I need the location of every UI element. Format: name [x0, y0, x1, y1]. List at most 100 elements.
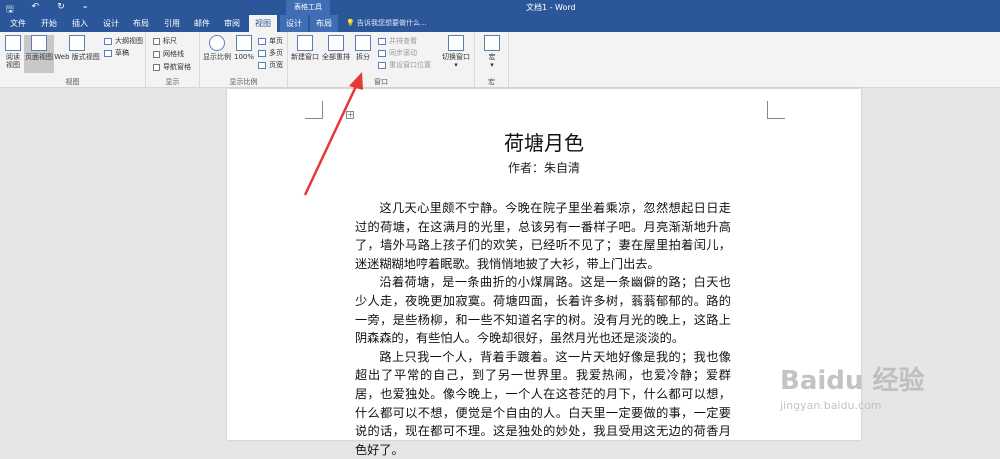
sync-scroll-label: 同步滚动 — [389, 49, 417, 57]
new-window-label: 新建窗口 — [291, 53, 319, 61]
zoom-100-button[interactable]: 100% — [233, 35, 255, 61]
gridlines-check-box[interactable] — [153, 50, 160, 58]
reset-position-label: 重设窗口位置 — [389, 61, 431, 69]
tab-insert[interactable]: 插入 — [66, 15, 94, 32]
baidu-jingyan-watermark: Baidu 经验 jingyan.baidu.com — [780, 360, 924, 412]
arrange-all-icon — [328, 35, 344, 51]
doc-paragraph: 路上只我一个人，背着手踱着。这一片天地好像是我的；我也像超出了平常的自己，到了另… — [355, 349, 731, 457]
gridlines-checkbox[interactable]: 网格线 — [153, 49, 184, 59]
reset-position-button[interactable]: 重设窗口位置 — [378, 60, 431, 70]
doc-author: 作者：朱自清 — [507, 161, 580, 175]
tab-references[interactable]: 引用 — [158, 15, 186, 32]
crop-mark-top-left — [305, 101, 323, 119]
tell-me-text: 告诉我您想要做什么... — [356, 19, 427, 27]
switch-windows-button[interactable]: 切换窗口 ▾ — [440, 35, 472, 69]
split-label: 拆分 — [356, 53, 370, 61]
zoom-100-label: 100% — [233, 53, 254, 61]
nav-pane-check-box[interactable] — [153, 63, 160, 71]
tab-mailings[interactable]: 邮件 — [188, 15, 216, 32]
ruler-check-box[interactable] — [153, 37, 160, 45]
draft-label: 草稿 — [115, 49, 129, 57]
multi-page-button[interactable]: 多页 — [258, 48, 283, 58]
page-width-label: 页宽 — [269, 61, 283, 69]
web-layout-label: Web 版式视图 — [54, 53, 100, 61]
arrange-all-label: 全部重排 — [322, 53, 350, 61]
nav-pane-checkbox[interactable]: 导航窗格 — [153, 62, 191, 72]
show-group-label: 显示 — [165, 78, 180, 86]
tab-design[interactable]: 设计 — [97, 15, 125, 32]
outline-button[interactable]: 大纲视图 — [104, 36, 143, 46]
window-title: 文档1 - Word — [526, 3, 576, 12]
ribbon: 阅读 视图 页面视图 Web 版式视图 大纲视图 草稿 视图 标尺 网格线 导航… — [0, 32, 1000, 88]
views-group-label: 视图 — [65, 78, 80, 86]
tab-home[interactable]: 开始 — [35, 15, 63, 32]
watermark-brand: Baidu 经验 — [780, 366, 925, 396]
doc-title: 荷塘月色 — [504, 131, 584, 155]
watermark-url: jingyan.baidu.com — [780, 399, 882, 412]
doc-body[interactable]: 这几天心里颇不宁静。今晚在院子里坐着乘凉，忽然想起日日走过的荷塘，在这满月的光里… — [355, 199, 731, 459]
new-window-button[interactable]: 新建窗口 — [290, 35, 320, 61]
multi-page-icon — [258, 49, 266, 57]
tab-file[interactable]: 文件 — [4, 15, 32, 32]
macros-group-label: 宏 — [488, 78, 495, 86]
ruler-checkbox[interactable]: 标尺 — [153, 36, 177, 46]
tab-layout[interactable]: 布局 — [127, 15, 155, 32]
split-button[interactable]: 拆分 — [352, 35, 374, 61]
switch-windows-label: 切换窗口 — [442, 53, 470, 61]
crop-mark-top-right — [767, 101, 785, 119]
page-width-icon — [258, 61, 266, 69]
sync-scroll-icon — [378, 49, 386, 57]
zoom-group-label: 显示比例 — [229, 78, 258, 86]
web-layout-button[interactable]: Web 版式视图 — [54, 35, 100, 61]
one-page-button[interactable]: 单页 — [258, 36, 283, 46]
table-tools-label: 表格工具 — [286, 0, 330, 15]
views-group: 阅读 视图 页面视图 Web 版式视图 大纲视图 草稿 视图 — [0, 32, 146, 88]
zoom-button[interactable]: 显示比例 — [202, 35, 232, 61]
table-move-handle-icon[interactable]: + — [346, 111, 354, 119]
gridlines-label: 网格线 — [163, 50, 184, 58]
zoom-label: 显示比例 — [203, 53, 231, 61]
lightbulb-icon: 💡 — [346, 19, 355, 27]
zoom-100-icon — [236, 35, 252, 51]
read-mode-button[interactable]: 阅读 视图 — [2, 35, 24, 69]
ribbon-tabs: 文件 开始 插入 设计 布局 引用 邮件 审阅 视图 设计 布局 💡 告诉我您想… — [0, 15, 1000, 32]
outline-label: 大纲视图 — [115, 37, 143, 45]
tab-view[interactable]: 视图 — [249, 15, 277, 32]
doc-paragraph: 沿着荷塘，是一条曲折的小煤屑路。这是一条幽僻的路；白天也少人走，夜晚更加寂寞。荷… — [355, 275, 731, 346]
window-group-label: 窗口 — [374, 78, 388, 86]
window-group: 新建窗口 全部重排 拆分 并排查看 同步滚动 重设窗口位置 切换窗口 ▾ 窗口 — [288, 32, 475, 88]
draft-icon — [104, 49, 112, 57]
ruler-label: 标尺 — [163, 37, 177, 45]
page-width-button[interactable]: 页宽 — [258, 60, 283, 70]
read-mode-label: 阅读 视图 — [6, 53, 20, 69]
tab-table-layout[interactable]: 布局 — [310, 15, 338, 32]
side-by-side-label: 并排查看 — [389, 37, 417, 45]
nav-pane-label: 导航窗格 — [163, 63, 191, 71]
read-mode-icon — [5, 35, 21, 51]
tell-me-box[interactable]: 💡 告诉我您想要做什么... — [346, 15, 427, 32]
side-by-side-button[interactable]: 并排查看 — [378, 36, 417, 46]
doc-paragraph: 这几天心里颇不宁静。今晚在院子里坐着乘凉，忽然想起日日走过的荷塘，在这满月的光里… — [355, 201, 731, 271]
document-page[interactable]: + 荷塘月色 作者：朱自清 这几天心里颇不宁静。今晚在院子里坐着乘凉，忽然想起日… — [227, 89, 861, 457]
magnifier-icon — [209, 35, 225, 51]
zoom-group: 显示比例 100% 单页 多页 页宽 显示比例 — [200, 32, 288, 88]
outline-icon — [104, 37, 112, 45]
sync-scroll-button[interactable]: 同步滚动 — [378, 48, 417, 58]
chevron-down-icon: ▾ — [490, 61, 494, 69]
one-page-icon — [258, 37, 266, 45]
switch-windows-icon — [448, 35, 464, 51]
macros-button[interactable]: 宏 ▾ — [480, 35, 504, 69]
draft-button[interactable]: 草稿 — [104, 48, 129, 58]
print-layout-icon — [31, 35, 47, 51]
side-by-side-icon — [378, 37, 386, 45]
print-layout-button[interactable]: 页面视图 — [24, 35, 54, 73]
split-icon — [355, 35, 371, 51]
arrange-all-button[interactable]: 全部重排 — [321, 35, 351, 61]
tab-table-design[interactable]: 设计 — [280, 15, 308, 32]
reset-position-icon — [378, 61, 386, 69]
new-window-icon — [297, 35, 313, 51]
show-group: 标尺 网格线 导航窗格 显示 — [146, 32, 200, 88]
web-layout-icon — [69, 35, 85, 51]
tab-review[interactable]: 审阅 — [218, 15, 246, 32]
macros-group: 宏 ▾ 宏 — [475, 32, 509, 88]
